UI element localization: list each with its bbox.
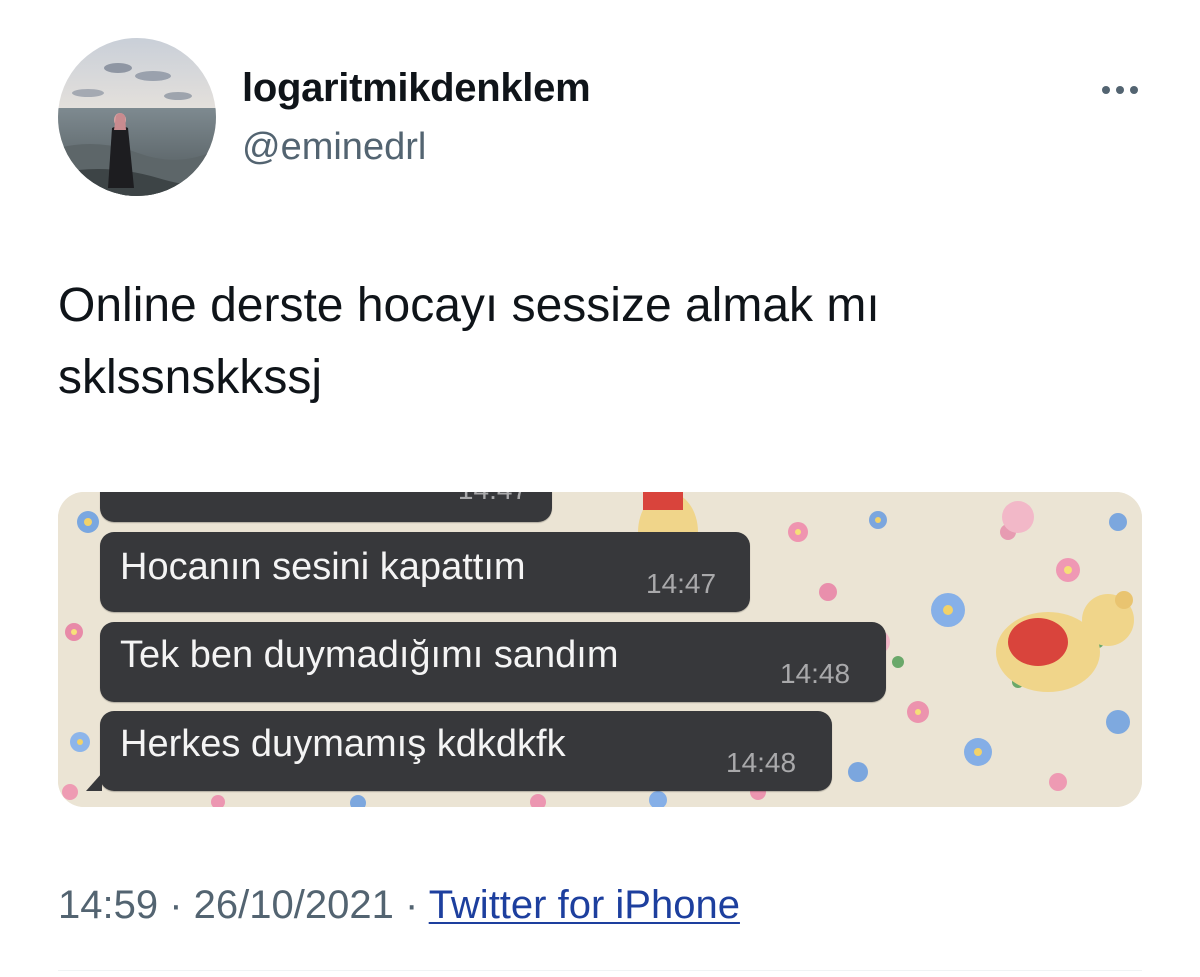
tweet-text: Online derste hocayı sessize almak mı sk…	[58, 270, 1158, 414]
chat-message: Tek ben duymadığımı sandım 14:48	[100, 622, 886, 702]
tweet-text-line: Online derste hocayı sessize almak mı	[58, 279, 880, 332]
user-handle[interactable]: @eminedrl	[242, 126, 426, 169]
divider	[58, 970, 1142, 971]
tweet-text-line: sklssnskkssj	[58, 351, 323, 404]
meta-separator: ·	[393, 883, 429, 927]
chat-message: Herkes duymamış kdkdkfk 14:48	[86, 711, 832, 791]
more-horizontal-icon	[1102, 86, 1138, 94]
message-text: Tek ben duymadığımı sandım	[120, 634, 619, 676]
display-name[interactable]: logaritmikdenklem	[242, 66, 591, 111]
message-time: 14:47	[646, 568, 717, 599]
message-time: 14:47	[458, 492, 528, 506]
tweet-media-image[interactable]: 14:47 Hocanın sesini kapattım 14:47 Tek …	[58, 492, 1142, 807]
avatar-image	[58, 38, 216, 196]
chat-message: 14:47	[100, 492, 552, 522]
message-text: Hocanın sesini kapattım	[120, 546, 526, 588]
message-time: 14:48	[780, 658, 851, 689]
tweet-date[interactable]: 26/10/2021	[194, 883, 394, 927]
tweet-meta: 14:59 · 26/10/2021 · Twitter for iPhone	[58, 883, 740, 928]
message-time: 14:48	[726, 747, 797, 778]
meta-separator: ·	[158, 883, 194, 927]
chat-message: Hocanın sesini kapattım 14:47	[100, 532, 750, 612]
more-options-button[interactable]	[1092, 72, 1148, 108]
tweet-time[interactable]: 14:59	[58, 883, 158, 927]
message-text: Herkes duymamış kdkdkfk	[120, 723, 566, 765]
tweet-source-link[interactable]: Twitter for iPhone	[429, 883, 740, 927]
avatar[interactable]	[58, 38, 216, 196]
bubble-tail	[86, 773, 102, 791]
